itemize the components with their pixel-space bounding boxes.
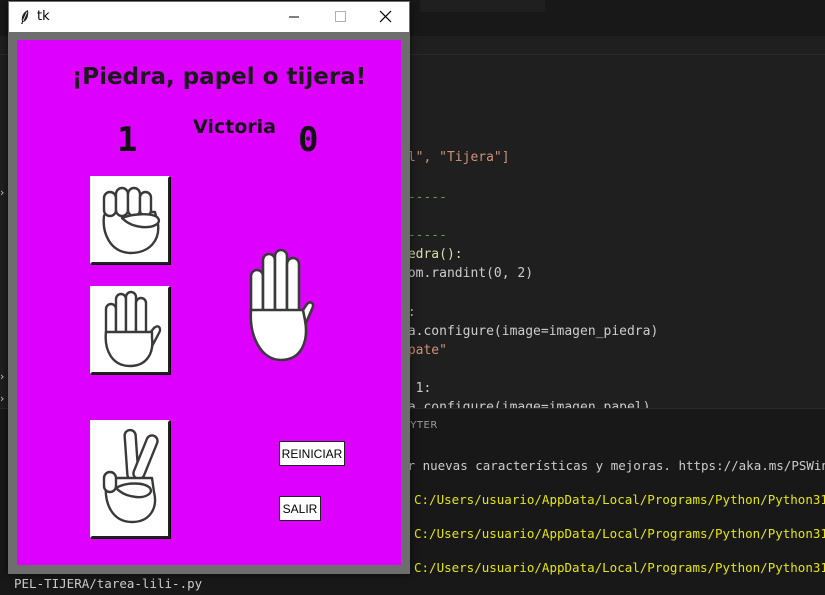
terminal-line[interactable]: er nuevas características y mejoras. htt… [400, 458, 825, 473]
scissors-button[interactable] [90, 420, 170, 538]
game-canvas: ¡Piedra, papel o tijera! 1 Victoria 0 RE… [17, 40, 401, 565]
window-titlebar[interactable]: tk [9, 2, 409, 32]
hand-fist-icon [102, 186, 161, 255]
paper-button[interactable] [90, 286, 170, 374]
window-body: ¡Piedra, papel o tijera! 1 Victoria 0 RE… [9, 32, 409, 573]
cpu-score: 0 [298, 120, 319, 160]
game-title: ¡Piedra, papel o tijera! [71, 64, 367, 90]
tk-window: tk ¡Piedra, papel o tijera! 1 Victoria 0 [8, 1, 410, 574]
terminal-line[interactable]: C:/Users/usuario/AppData/Local/Programs/… [414, 492, 825, 507]
code-line[interactable]: dom.randint(0, 2) [400, 266, 533, 281]
cpu-choice-hand-open-icon [249, 248, 315, 362]
close-icon [379, 10, 392, 23]
rock-button[interactable] [90, 176, 170, 264]
terminal-line[interactable]: C:/Users/usuario/AppData/Local/Programs/… [414, 526, 825, 541]
terminal-line[interactable]: C:/Users/usuario/AppData/Local/Programs/… [414, 560, 825, 575]
exit-button[interactable]: SALIR [279, 496, 321, 521]
hand-peace-icon [102, 428, 159, 524]
terminal-file-path: PEL-TIJERA/tarea-lili-.py [14, 576, 203, 591]
player-score: 1 [117, 120, 138, 160]
minimize-button[interactable] [271, 2, 317, 32]
maximize-icon [335, 11, 346, 22]
round-result: Victoria [193, 116, 276, 138]
minimize-icon [289, 16, 299, 18]
code-line[interactable]: ta.configure(image=imagen_piedra) [400, 324, 658, 339]
window-title: tk [37, 9, 50, 24]
maximize-button[interactable] [317, 2, 363, 32]
hand-open-icon [104, 290, 162, 368]
restart-button[interactable]: REINICIAR [279, 441, 345, 466]
code-line[interactable]: el", "Tijera"] [400, 150, 510, 165]
feather-icon [21, 10, 29, 24]
close-button[interactable] [363, 2, 409, 32]
